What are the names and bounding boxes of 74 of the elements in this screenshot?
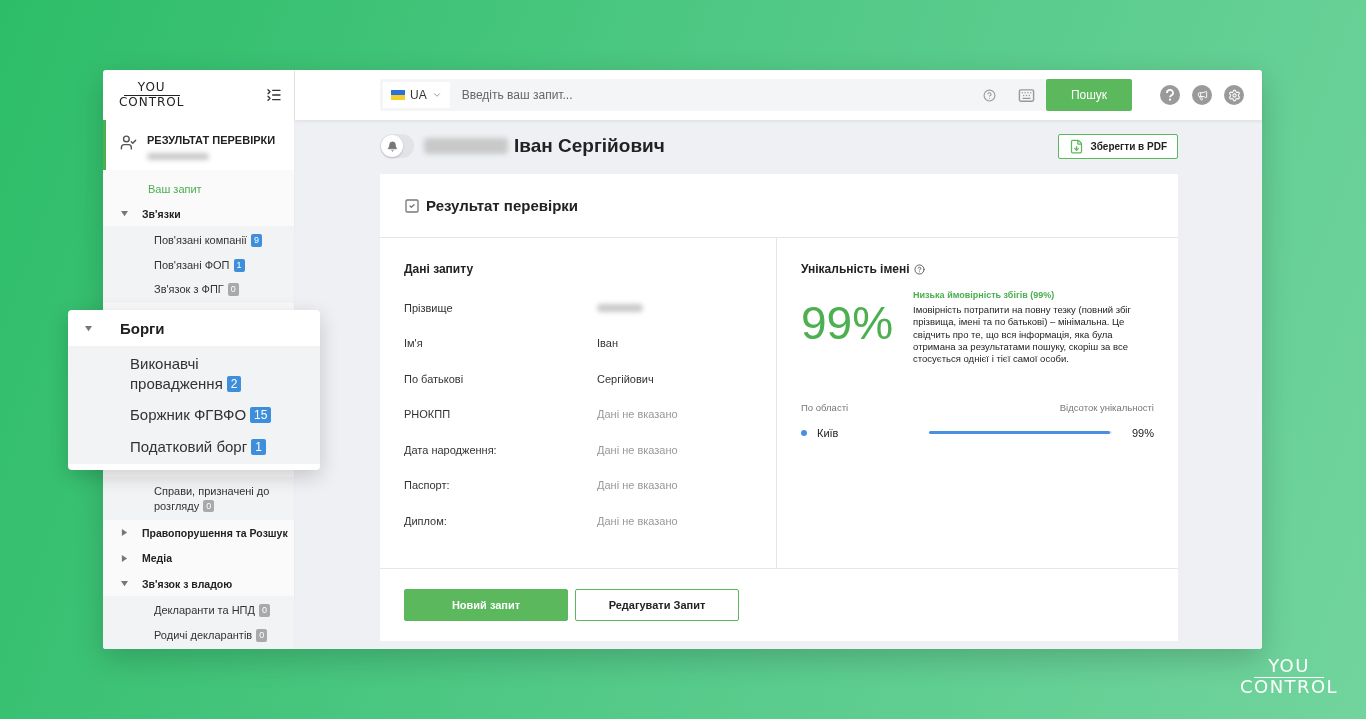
column-header: Відсоток унікальності xyxy=(1059,401,1154,413)
section-title: РЕЗУЛЬТАТ ПЕРЕВІРКИ xyxy=(147,134,276,146)
sidebar-item[interactable]: Зв'язок з ФПГ 0 xyxy=(103,277,294,302)
region-name: Київ xyxy=(816,426,840,439)
count-badge: 1 xyxy=(251,438,266,455)
save-pdf-button[interactable]: Зберегти в PDF xyxy=(1058,133,1178,159)
sidebar-item[interactable]: Пов'язані компанії 9 xyxy=(103,228,294,253)
field-value: Сергійович xyxy=(597,372,655,385)
caret-icon[interactable] xyxy=(121,554,128,562)
column-header: По області xyxy=(801,401,849,413)
caret-icon[interactable] xyxy=(121,529,128,537)
count-badge: 0 xyxy=(256,628,268,642)
count-badge: 15 xyxy=(250,407,272,424)
caret-icon[interactable] xyxy=(121,580,128,588)
field-label: Дата народження: xyxy=(404,443,498,456)
help-icon[interactable] xyxy=(983,88,996,102)
bell-icon xyxy=(386,140,398,152)
keyboard-icon[interactable] xyxy=(1018,86,1035,104)
card-title: Результат перевірки xyxy=(426,197,579,214)
sidebar-group[interactable]: Медіа xyxy=(103,545,294,571)
section-title: Дані запиту xyxy=(404,262,475,276)
settings-icon[interactable] xyxy=(1224,85,1244,105)
sidebar-group[interactable]: Зв'язки xyxy=(103,201,294,227)
field-label: Прізвище xyxy=(404,301,454,314)
sidebar-item[interactable]: Декларанти та НПД 0 xyxy=(103,598,294,623)
sidebar-item[interactable]: Боржник ФГВФО 15 xyxy=(68,399,320,431)
logo: YOU CONTROL xyxy=(119,81,185,109)
sidebar-item[interactable]: Справи, призначені до розгляду 0 xyxy=(103,479,294,518)
field-value: Дані не вказано xyxy=(597,514,679,527)
count-badge: 0 xyxy=(259,604,270,618)
caret-icon[interactable] xyxy=(85,324,92,332)
sidebar-group[interactable]: Борги xyxy=(68,310,320,346)
search-input[interactable]: Введіть ваш запит... xyxy=(449,88,983,102)
field-label: РНОКПП xyxy=(404,408,452,421)
logo: YOU CONTROL xyxy=(1240,657,1338,697)
field-value: Дані не вказано xyxy=(597,443,679,456)
language-select[interactable]: UA xyxy=(383,82,450,108)
description-text: Імовірність потрапити на повну тезку (повний збіг прізвища, імені та по батькові) – мінімальна. Це свідчить про те, що вся інформація, яка була отримана за результатами пошуку, скоріш за все стосується однієї і тієї самої особи. xyxy=(913,304,1132,366)
field-value: Іван xyxy=(597,337,619,350)
section-title: Унікальність імені xyxy=(801,262,910,276)
count-badge: 9 xyxy=(250,234,262,248)
caret-icon[interactable] xyxy=(121,210,128,218)
count-badge: 1 xyxy=(233,258,245,272)
field-label: Ім'я xyxy=(404,337,424,350)
count-badge: 0 xyxy=(227,283,239,296)
person-name: Іван Сергійович xyxy=(514,135,665,157)
help-icon[interactable] xyxy=(913,263,925,275)
uniqueness-percent: 99% xyxy=(801,296,894,351)
sidebar-item[interactable]: Родичі декларантів 0 xyxy=(103,622,294,647)
verdict-text: Низька ймовірність збігів (99%) xyxy=(913,290,1056,300)
flag-icon xyxy=(391,90,405,100)
menu-icon[interactable] xyxy=(266,87,282,103)
sidebar-item[interactable]: Податковий борг 1 xyxy=(68,430,320,462)
field-value: Дані не вказано xyxy=(597,479,679,492)
field-label: Диплом: xyxy=(404,514,448,527)
user-check-icon xyxy=(120,134,137,151)
field-label: По батькові xyxy=(404,372,465,385)
search-field[interactable]: UA Введіть ваш запит... Пошук xyxy=(380,79,1132,111)
sidebar-group[interactable]: Правопорушення та Розшук xyxy=(103,519,294,546)
field-value: Дані не вказано xyxy=(597,408,679,421)
percent-reading: 99% xyxy=(1130,426,1154,439)
sidebar-item[interactable]: Пов'язані ФОП 1 xyxy=(103,252,294,278)
field-label: Паспорт: xyxy=(404,479,451,492)
alert-toggle[interactable] xyxy=(380,134,414,158)
edit-query-button[interactable]: Редагувати Запит xyxy=(575,589,739,621)
help-icon[interactable] xyxy=(1160,85,1180,105)
count-badge: 0 xyxy=(203,499,215,513)
megaphone-icon[interactable] xyxy=(1192,85,1212,105)
file-download-icon xyxy=(1069,138,1085,154)
sidebar-item[interactable]: Виконавчі провадження 2 xyxy=(68,348,320,399)
blurred-text xyxy=(597,303,643,312)
sidebar-group[interactable]: Зв'язок з владою xyxy=(103,570,294,597)
checkbox-icon xyxy=(404,197,420,214)
count-badge: 2 xyxy=(226,375,242,392)
